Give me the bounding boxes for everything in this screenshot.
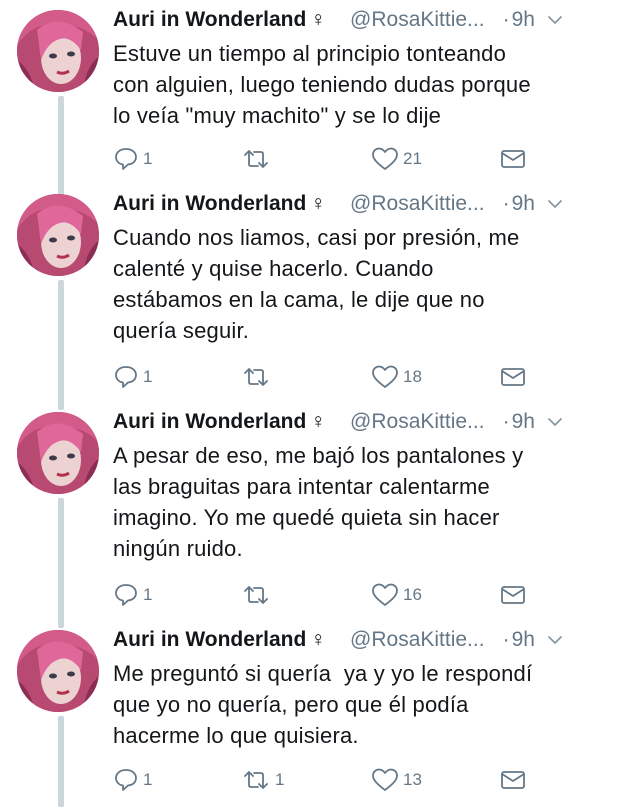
reply-button[interactable]: 1 — [113, 144, 152, 174]
like-button[interactable]: 21 — [371, 144, 422, 174]
like-count: 13 — [403, 770, 422, 789]
tweet[interactable]: Auri in Wonderland ♀ @RosaKittie... · 9h… — [0, 184, 622, 402]
username[interactable]: @RosaKittie... — [350, 8, 485, 32]
tweet-actions: 1 21 — [113, 144, 613, 174]
avatar[interactable] — [17, 630, 99, 712]
tweet-actions: 1 1 13 — [113, 765, 613, 795]
like-button[interactable]: 18 — [371, 362, 422, 392]
retweet-button[interactable] — [241, 144, 275, 174]
retweet-button[interactable]: 1 — [241, 765, 284, 795]
heart-icon — [372, 147, 398, 170]
gender-symbol: ♀ — [310, 410, 327, 433]
direct-message-button[interactable] — [499, 765, 527, 795]
username[interactable]: @RosaKittie... — [350, 410, 485, 434]
like-count: 18 — [403, 367, 422, 386]
envelope-icon — [501, 771, 525, 789]
tweet-text: Estuve un tiempo al principio tonteando … — [113, 41, 531, 128]
tweet-text: Me preguntó si quería ya y yo le respond… — [113, 661, 533, 748]
tweet-actions: 1 18 — [113, 362, 613, 392]
avatar[interactable] — [17, 194, 99, 276]
direct-message-button[interactable] — [499, 144, 527, 174]
direct-message-button[interactable] — [499, 362, 527, 392]
reply-count: 1 — [143, 367, 153, 386]
chevron-down-icon[interactable] — [547, 632, 563, 648]
reply-icon — [115, 584, 137, 606]
avatar[interactable] — [17, 412, 99, 494]
tweet[interactable]: Auri in Wonderland ♀ @RosaKittie... · 9h… — [0, 402, 622, 620]
retweet-icon — [244, 771, 268, 789]
retweet-icon — [244, 150, 268, 168]
tweet-header: Auri in Wonderland ♀ @RosaKittie... · 9h — [113, 406, 613, 438]
tweet[interactable]: Auri in Wonderland ♀ @RosaKittie... · 9h… — [0, 620, 622, 807]
heart-icon — [372, 365, 398, 388]
reply-icon — [115, 769, 137, 791]
reply-icon — [115, 366, 137, 388]
tweet-thread: Auri in Wonderland ♀ @RosaKittie... · 9h… — [0, 0, 622, 807]
like-count: 16 — [403, 585, 422, 604]
reply-button[interactable]: 1 — [113, 580, 152, 610]
heart-icon — [372, 583, 398, 606]
reply-count: 1 — [143, 585, 153, 604]
display-name[interactable]: Auri in Wonderland — [113, 192, 306, 216]
envelope-icon — [501, 586, 525, 604]
envelope-icon — [501, 150, 525, 168]
tweet-text: Cuando nos liamos, casi por presión, me … — [113, 225, 520, 343]
separator-dot: · — [502, 628, 510, 651]
retweet-button[interactable] — [241, 362, 275, 392]
retweet-icon — [244, 586, 268, 604]
heart-icon — [372, 768, 398, 791]
separator-dot: · — [502, 8, 510, 31]
username[interactable]: @RosaKittie... — [350, 628, 485, 652]
gender-symbol: ♀ — [310, 628, 327, 651]
tweet-header: Auri in Wonderland ♀ @RosaKittie... · 9h — [113, 4, 613, 36]
display-name[interactable]: Auri in Wonderland — [113, 628, 306, 652]
reply-button[interactable]: 1 — [113, 765, 152, 795]
chevron-down-icon[interactable] — [547, 196, 563, 212]
tweet-header: Auri in Wonderland ♀ @RosaKittie... · 9h — [113, 188, 613, 220]
tweet-header: Auri in Wonderland ♀ @RosaKittie... · 9h — [113, 624, 613, 656]
separator-dot: · — [502, 192, 510, 215]
retweet-count: 1 — [275, 770, 285, 789]
retweet-button[interactable] — [241, 580, 275, 610]
reply-count: 1 — [143, 149, 153, 168]
reply-count: 1 — [143, 770, 153, 789]
timestamp[interactable]: 9h — [512, 628, 535, 652]
timestamp[interactable]: 9h — [512, 8, 535, 32]
display-name[interactable]: Auri in Wonderland — [113, 8, 306, 32]
chevron-down-icon[interactable] — [547, 414, 563, 430]
timestamp[interactable]: 9h — [512, 410, 535, 434]
separator-dot: · — [502, 410, 510, 433]
like-button[interactable]: 16 — [371, 580, 422, 610]
display-name[interactable]: Auri in Wonderland — [113, 410, 306, 434]
envelope-icon — [501, 368, 525, 386]
tweet-actions: 1 16 — [113, 580, 613, 610]
username[interactable]: @RosaKittie... — [350, 192, 485, 216]
retweet-icon — [244, 368, 268, 386]
like-button[interactable]: 13 — [371, 765, 422, 795]
avatar[interactable] — [17, 10, 99, 92]
direct-message-button[interactable] — [499, 580, 527, 610]
tweet-text: A pesar de eso, me bajó los pantalones y… — [113, 443, 524, 561]
timestamp[interactable]: 9h — [512, 192, 535, 216]
reply-button[interactable]: 1 — [113, 362, 152, 392]
gender-symbol: ♀ — [310, 192, 327, 215]
gender-symbol: ♀ — [310, 8, 327, 31]
chevron-down-icon[interactable] — [547, 12, 563, 28]
reply-icon — [115, 148, 137, 170]
like-count: 21 — [403, 149, 422, 168]
